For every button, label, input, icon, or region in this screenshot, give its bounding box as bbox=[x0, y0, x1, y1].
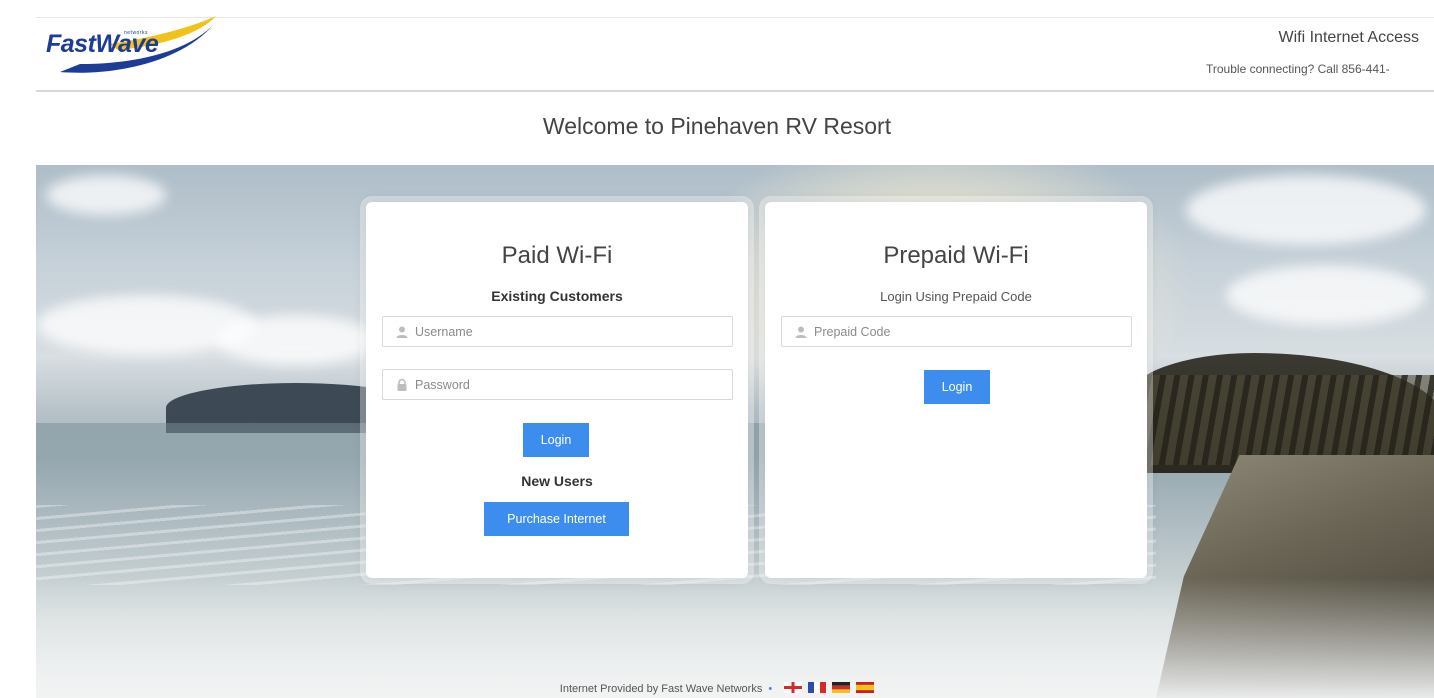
prepaid-login-button[interactable]: Login bbox=[924, 370, 990, 404]
spanish-flag-icon[interactable] bbox=[856, 682, 875, 693]
palm-trees bbox=[1146, 375, 1434, 465]
fast-wave-logo[interactable]: FastWave networks bbox=[40, 14, 220, 76]
new-users-label: New Users bbox=[521, 473, 593, 489]
french-flag-icon[interactable] bbox=[808, 682, 827, 693]
german-flag-icon[interactable] bbox=[832, 682, 851, 693]
username-input[interactable] bbox=[415, 317, 725, 346]
user-icon bbox=[795, 326, 807, 338]
existing-customers-label: Existing Customers bbox=[491, 288, 623, 304]
bottom-fade bbox=[36, 578, 1434, 698]
paid-login-button[interactable]: Login bbox=[523, 423, 589, 457]
purchase-internet-button[interactable]: Purchase Internet bbox=[484, 502, 629, 536]
prepaid-wifi-card: Prepaid Wi-Fi Login Using Prepaid Code L… bbox=[765, 202, 1147, 578]
header-bottom-divider bbox=[36, 90, 1434, 92]
trouble-connecting-text: Trouble connecting? Call 856-441- bbox=[1206, 62, 1390, 76]
prepaid-code-input[interactable] bbox=[814, 317, 1124, 346]
prepaid-subtitle: Login Using Prepaid Code bbox=[880, 289, 1032, 304]
password-input[interactable] bbox=[415, 370, 725, 399]
footer-separator: • bbox=[768, 683, 773, 695]
cloud bbox=[1186, 175, 1426, 245]
english-flag-icon[interactable] bbox=[784, 682, 803, 693]
footer-text: Internet Provided by Fast Wave Networks bbox=[559, 683, 763, 695]
prepaid-wifi-title: Prepaid Wi-Fi bbox=[883, 242, 1029, 269]
paid-wifi-card: Paid Wi-Fi Existing Customers Login New … bbox=[366, 202, 748, 578]
user-icon bbox=[396, 326, 408, 338]
cloud bbox=[1226, 265, 1426, 325]
password-field-wrapper bbox=[382, 369, 733, 400]
header: FastWave networks Wifi Internet Access T… bbox=[0, 0, 1434, 92]
logo-subtext: networks bbox=[124, 30, 149, 36]
username-field-wrapper bbox=[382, 316, 733, 347]
lock-icon bbox=[397, 378, 407, 391]
prepaid-code-field-wrapper bbox=[781, 316, 1132, 347]
footer: Internet Provided by Fast Wave Networks • bbox=[0, 682, 1434, 695]
paid-wifi-title: Paid Wi-Fi bbox=[501, 242, 613, 269]
header-title: Wifi Internet Access bbox=[1278, 29, 1420, 46]
welcome-heading: Welcome to Pinehaven RV Resort bbox=[542, 113, 892, 139]
cloud bbox=[216, 315, 376, 365]
header-top-divider bbox=[36, 17, 1434, 18]
cloud bbox=[46, 175, 166, 215]
